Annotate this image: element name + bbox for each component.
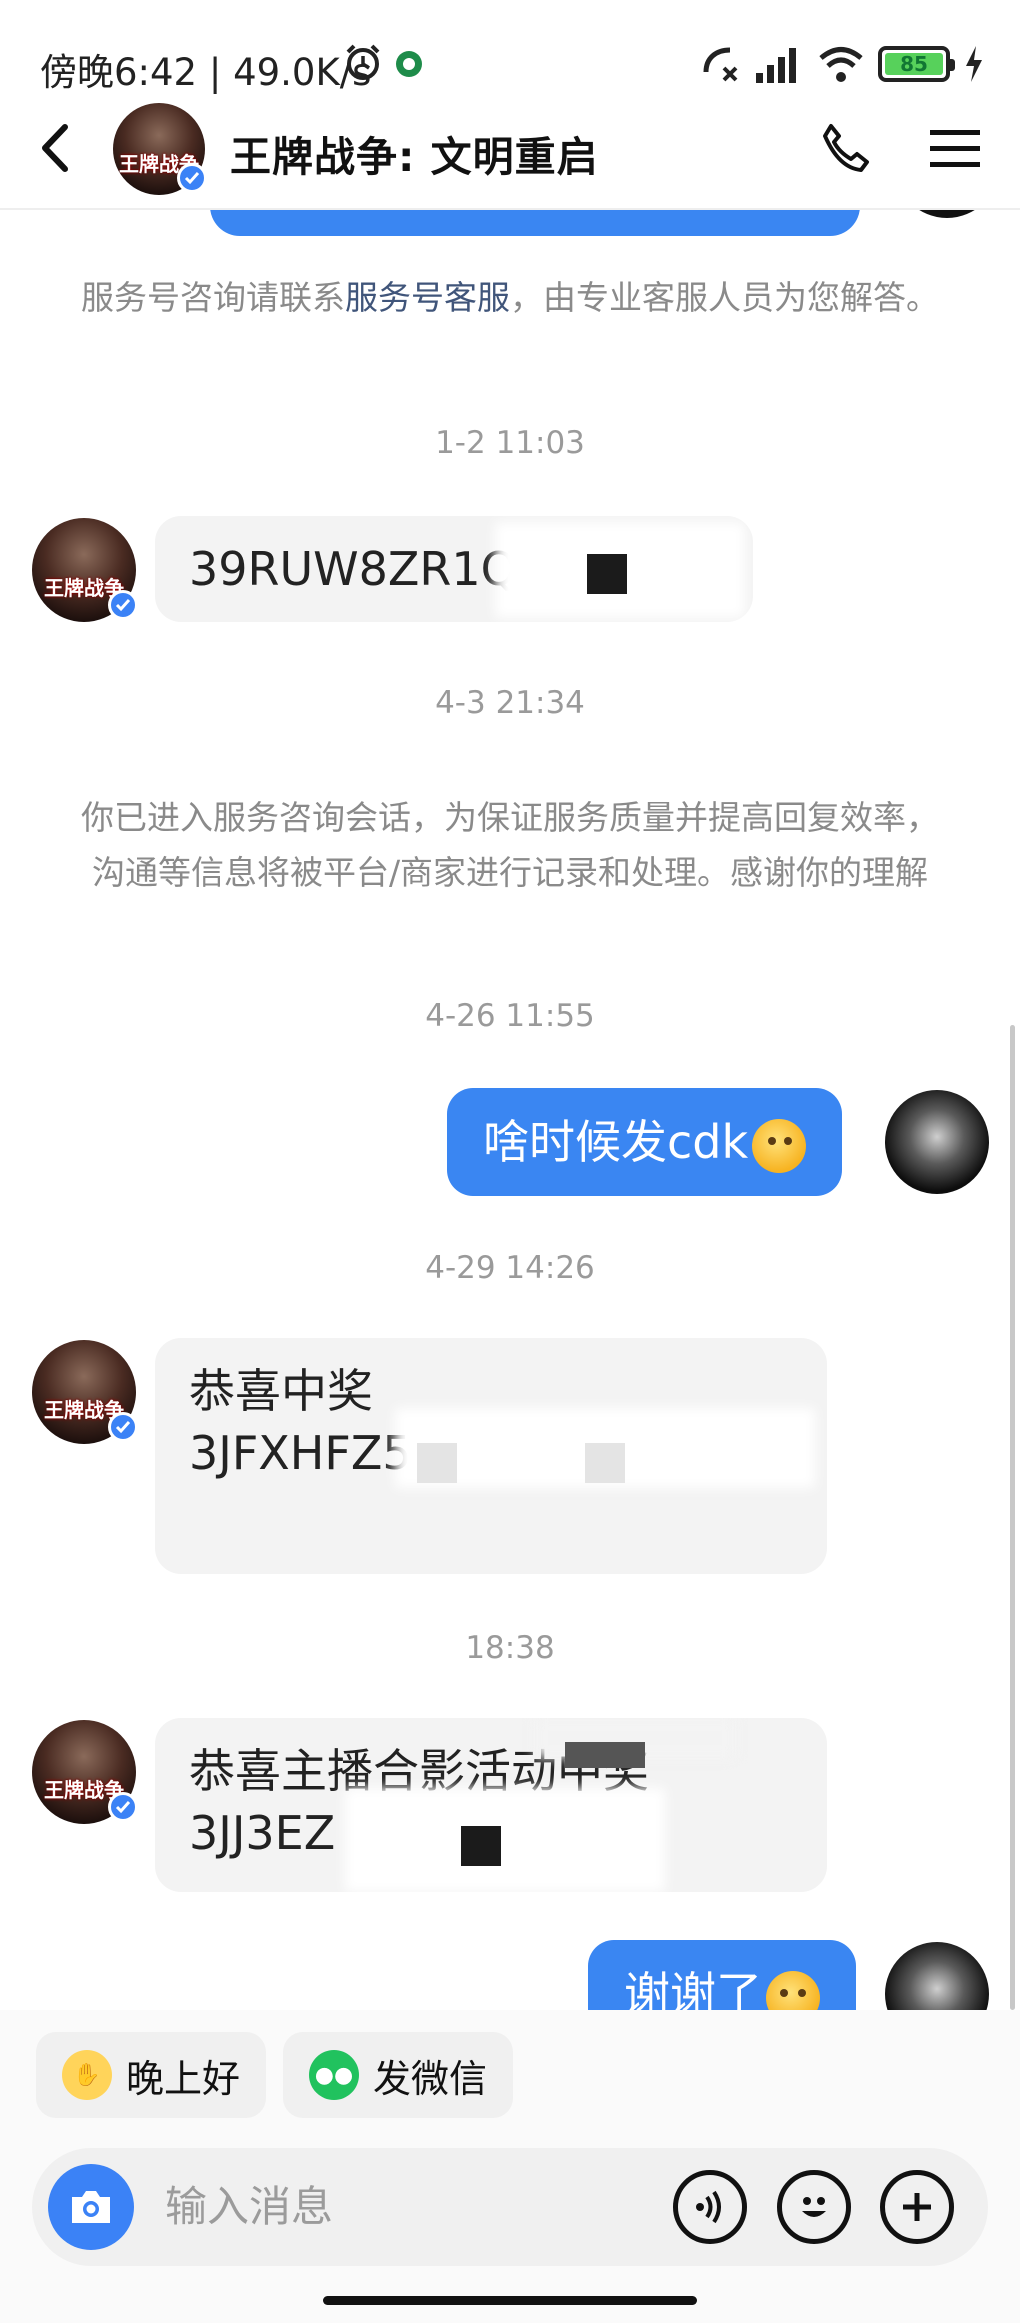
call-button[interactable] [810,113,880,183]
verified-badge-icon [108,1412,138,1442]
menu-button[interactable] [920,113,990,183]
redaction-block [461,1826,501,1866]
location-icon [396,51,422,77]
message-text: 39RUW8ZR1Q3 [189,542,547,596]
wave-icon: ✋ [62,2050,112,2100]
battery-level: 85 [885,52,943,76]
header-avatar[interactable]: 王牌战争 [113,103,207,195]
eye-roll-emoji-icon [752,1118,807,1173]
message-input[interactable] [165,2170,645,2242]
voice-icon [696,2190,721,2224]
message-bubble[interactable]: 39RUW8ZR1Q3 [155,516,753,622]
redaction-block [587,554,627,594]
status-time-speed: 傍晚6:42 | 49.0K/s [40,51,372,94]
charging-icon [966,46,982,82]
message-text: 啥时候发cdk [483,1115,749,1169]
quick-reply-label: 晚上好 [126,2056,241,2101]
home-indicator[interactable] [323,2296,697,2305]
quick-reply-wechat[interactable]: ●● 发微信 [283,2032,514,2118]
battery-icon: 85 [878,46,955,82]
message-text: 谢谢了 [624,1967,762,2010]
service-notice: 服务号咨询请联系服务号客服，由专业客服人员为您解答。 [81,278,939,317]
partial-bubble [210,210,860,236]
quick-reply-label: 发微信 [373,2056,488,2101]
session-notice: 你已进入服务咨询会话，为保证服务质量并提高回复效率，沟通等信息将被平台/商家进行… [81,798,939,892]
chat-header: 王牌战争 王牌战争: 文明重启 [0,95,1020,210]
alarm-icon [346,44,380,80]
plus-button[interactable] [880,2170,954,2244]
camera-icon [72,2191,110,2223]
signal-icon [756,48,796,83]
timestamp: 4-3 21:34 [435,685,585,721]
blur-overlay [345,1788,665,1892]
status-icons: 85 [700,42,984,86]
emoji-button[interactable] [777,2170,851,2244]
plus-icon [903,2193,931,2221]
sender-avatar[interactable]: 王牌战争 [32,518,138,622]
camera-button[interactable] [48,2164,134,2250]
partial-avatar [895,210,999,218]
call-off-icon [703,47,738,82]
emoji-icon [802,2197,826,2217]
wifi-icon [819,47,863,82]
wechat-icon: ●● [309,2050,359,2100]
verified-badge-icon [108,1792,138,1822]
verified-badge-icon [108,590,138,620]
kiss-emoji-icon [766,1970,820,2010]
timestamp: 1-2 11:03 [435,425,585,461]
user-avatar[interactable] [885,1942,989,2010]
message-bubble-outgoing[interactable]: 啥时候发cdk [447,1088,843,1196]
timestamp: 4-29 14:26 [425,1250,595,1286]
chat-title: 王牌战争: 文明重启 [230,133,599,181]
chat-area[interactable]: 服务号咨询请联系服务号客服，由专业客服人员为您解答。 1-2 11:03 王牌战… [0,210,1020,2010]
timestamp: 18:38 [465,1630,555,1666]
timestamp: 4-26 11:55 [425,998,595,1034]
redaction-block [417,1443,457,1483]
quick-reply-good-evening[interactable]: ✋ 晚上好 [36,2032,267,2118]
user-avatar[interactable] [885,1090,989,1194]
quick-replies: ✋ 晚上好 ●● 发微信 [0,2010,1020,2140]
message-bubble[interactable]: 恭喜中奖 3JFXHFZ5ZM [155,1338,827,1574]
back-icon [42,124,68,172]
voice-button[interactable] [673,2170,747,2244]
redaction-block [585,1443,625,1483]
back-button[interactable] [20,113,90,183]
sender-avatar[interactable]: 王牌战争 [32,1340,138,1444]
scrollbar[interactable] [1010,1025,1015,2010]
menu-icon [930,130,980,167]
verified-badge-icon [177,163,207,193]
message-bubble[interactable]: 恭喜主播合影活动中奖 3JJ3EZ [155,1718,827,1892]
service-link[interactable]: 服务号客服 [345,278,510,317]
message-bubble-outgoing[interactable]: 谢谢了 [588,1940,856,2010]
sender-avatar[interactable]: 王牌战争 [32,1720,138,1824]
redaction-block [565,1742,645,1768]
phone-icon [823,124,869,172]
